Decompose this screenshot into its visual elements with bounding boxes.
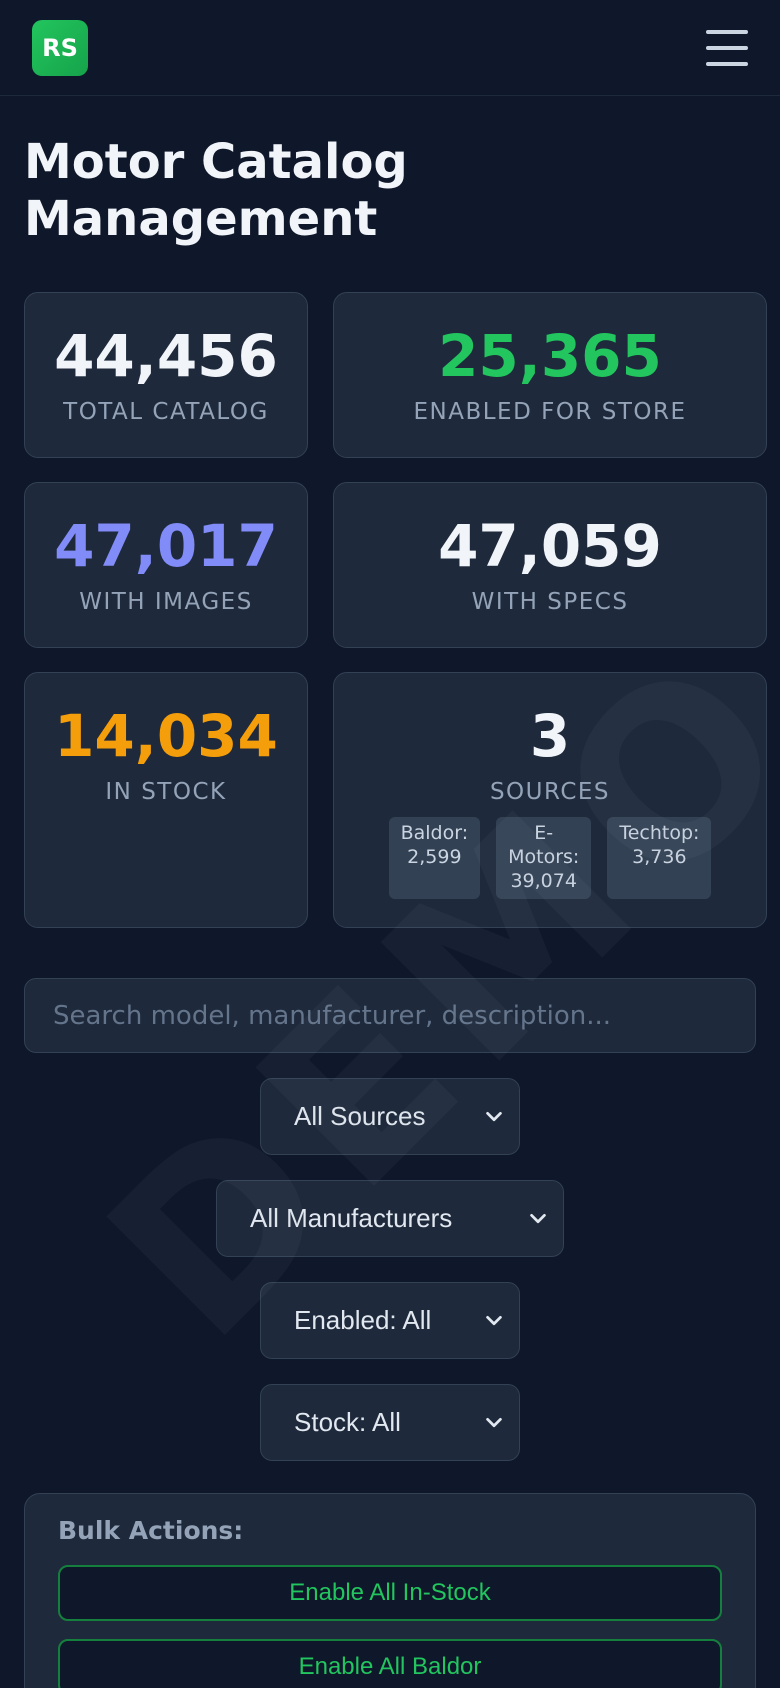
stat-value: 3: [529, 702, 571, 770]
chevron-down-icon: [486, 1111, 502, 1121]
enable-all-baldor-button[interactable]: Enable All Baldor: [58, 1639, 722, 1688]
source-name: E-: [534, 822, 554, 844]
enabled-select[interactable]: Enabled: All: [260, 1282, 520, 1359]
select-value: All Manufacturers: [250, 1203, 453, 1233]
source-breakdown: Baldor: 2,599 E- Motors: 39,074 Techtop:…: [334, 817, 766, 899]
manufacturer-select[interactable]: All Manufacturers: [216, 1180, 564, 1257]
enable-all-in-stock-button[interactable]: Enable All In-Stock: [58, 1565, 722, 1621]
stat-card-total-catalog: 44,456 TOTAL CATALOG: [24, 292, 308, 458]
source-chip-e-motors: E- Motors: 39,074: [496, 817, 592, 899]
stat-label: ENABLED FOR STORE: [413, 399, 687, 425]
chevron-down-icon: [530, 1213, 546, 1223]
source-select[interactable]: All Sources: [260, 1078, 520, 1155]
logo[interactable]: RS: [32, 19, 88, 76]
stat-card-enabled-for-store: 25,365 ENABLED FOR STORE: [333, 292, 767, 458]
source-name: Motors:: [508, 846, 580, 868]
stat-value: 44,456: [54, 322, 278, 390]
stat-label: WITH SPECS: [471, 589, 629, 615]
hamburger-line: [706, 45, 748, 50]
source-count: 2,599: [407, 846, 462, 868]
source-name: Baldor:: [400, 822, 469, 844]
source-name: Techtop:: [619, 822, 700, 844]
source-count: 39,074: [510, 870, 577, 892]
top-header: RS: [0, 0, 780, 96]
bulk-actions-title: Bulk Actions:: [58, 1516, 244, 1545]
select-value: Enabled: All: [294, 1305, 432, 1335]
stat-value: 14,034: [54, 702, 278, 770]
stat-value: 47,017: [54, 512, 278, 580]
stat-card-with-specs: 47,059 WITH SPECS: [333, 482, 767, 648]
source-chip-baldor: Baldor: 2,599: [388, 817, 481, 899]
stat-card-sources: 3 SOURCES Baldor: 2,599 E- Motors: 39,07…: [333, 672, 767, 928]
stats-grid: 44,456 TOTAL CATALOG 25,365 ENABLED FOR …: [24, 292, 767, 928]
hamburger-line: [706, 61, 748, 66]
stat-label: IN STOCK: [105, 779, 227, 805]
hamburger-menu-icon[interactable]: [706, 29, 748, 66]
bulk-actions-panel: Bulk Actions: Enable All In-Stock Enable…: [24, 1493, 756, 1688]
stock-select[interactable]: Stock: All: [260, 1384, 520, 1461]
stat-card-in-stock: 14,034 IN STOCK: [24, 672, 308, 928]
select-value: All Sources: [294, 1101, 426, 1131]
source-chip-techtop: Techtop: 3,736: [607, 817, 712, 899]
stat-value: 47,059: [438, 512, 662, 580]
main-content: Motor Catalog Management 44,456 TOTAL CA…: [0, 134, 780, 1688]
stat-label: SOURCES: [489, 779, 611, 805]
stat-card-with-images: 47,017 WITH IMAGES: [24, 482, 308, 648]
stat-value: 25,365: [438, 322, 662, 390]
stat-label: WITH IMAGES: [79, 589, 253, 615]
page-title: Motor Catalog Management: [24, 134, 408, 247]
stat-label: TOTAL CATALOG: [63, 399, 269, 425]
chevron-down-icon: [486, 1417, 502, 1427]
select-value: Stock: All: [294, 1407, 401, 1437]
hamburger-line: [706, 29, 748, 34]
chevron-down-icon: [486, 1315, 502, 1325]
search-input[interactable]: [24, 978, 756, 1053]
filter-controls: All Sources All Manufacturers Enabled: A…: [24, 1078, 756, 1461]
source-count: 3,736: [632, 846, 687, 868]
